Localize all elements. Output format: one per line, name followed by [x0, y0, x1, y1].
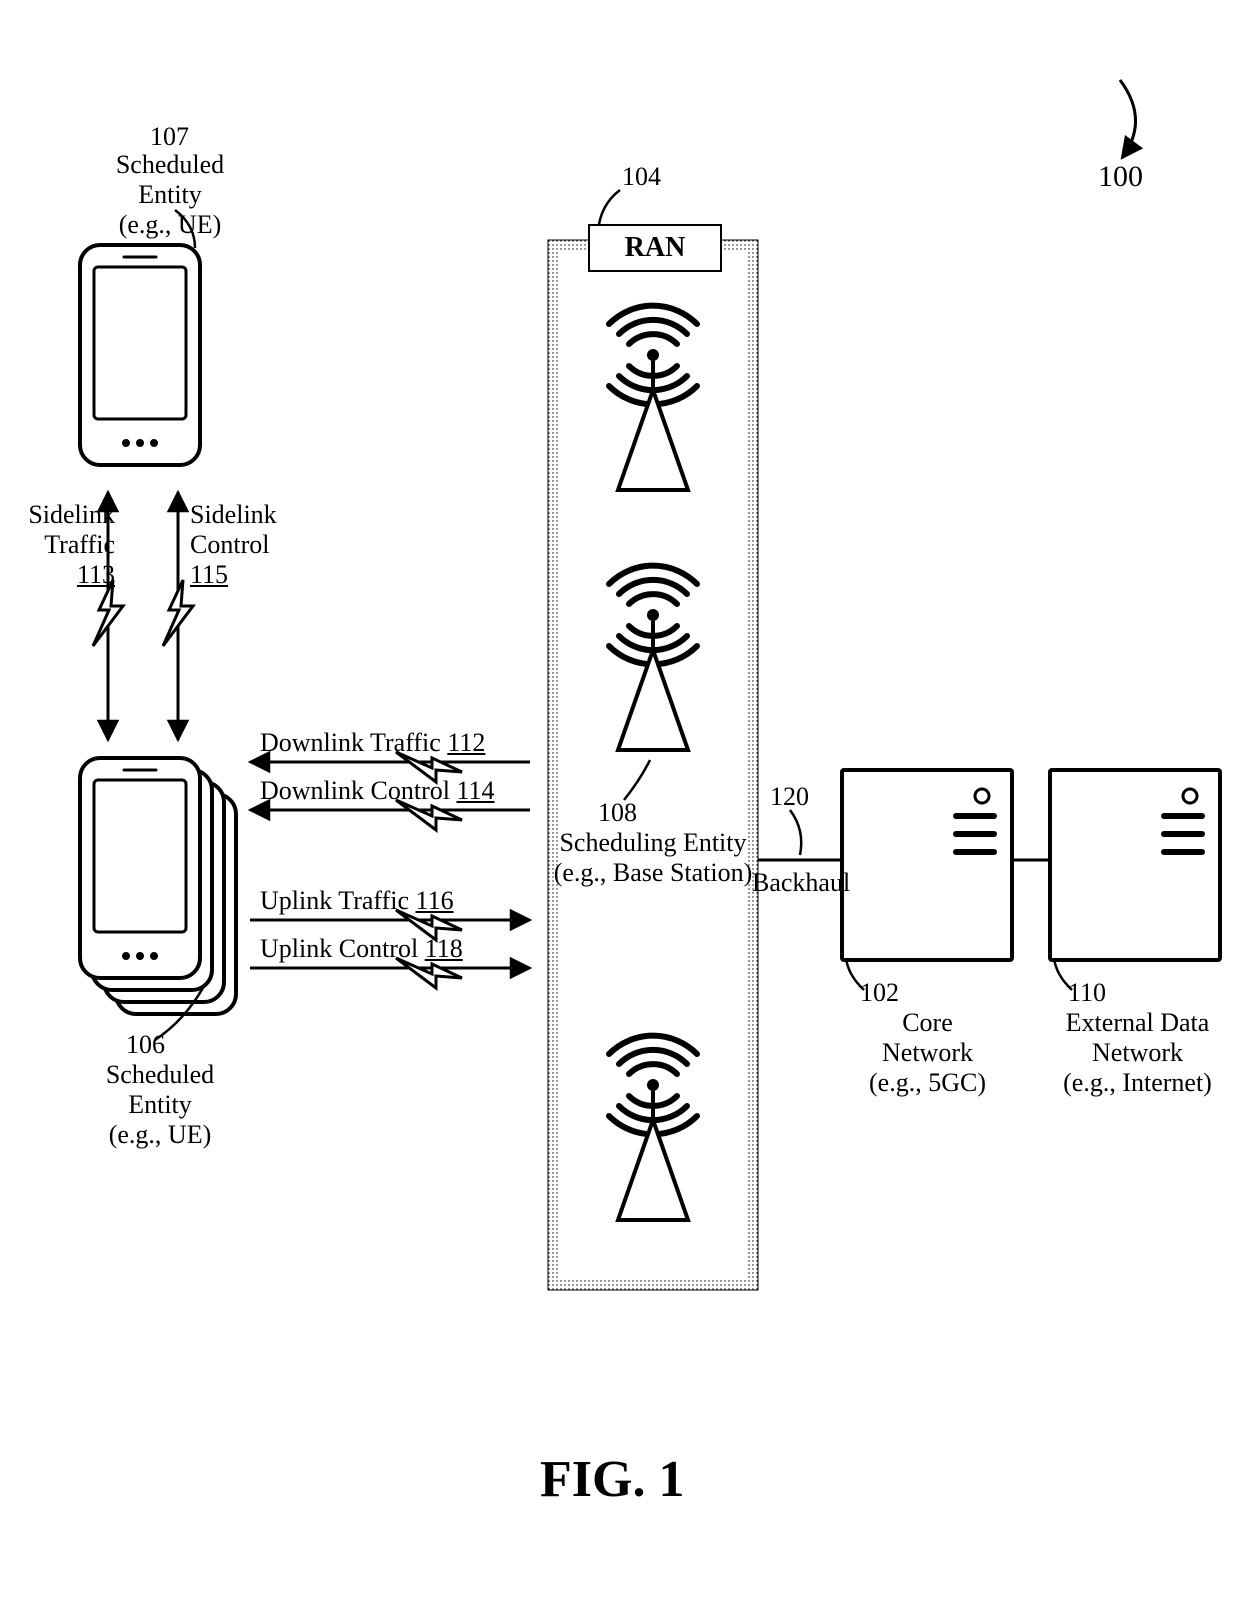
ul-control-label: Uplink Control 118: [260, 934, 463, 964]
ref-106: 106: [126, 1030, 165, 1060]
ref-107: 107: [150, 122, 189, 152]
ue107-line2: Entity: [138, 180, 202, 209]
ref-120: 120: [770, 782, 809, 812]
ue107-label: Scheduled Entity (e.g., UE): [85, 150, 255, 240]
ue-107-icon: [80, 245, 200, 465]
diagram-canvas: 100 107 Scheduled Entity (e.g., UE) Side…: [0, 0, 1240, 1622]
external-network-icon: [1050, 770, 1220, 960]
ref-104: 104: [622, 162, 661, 192]
extnet-label: External Data Network (e.g., Internet): [1045, 1008, 1230, 1098]
ref-102: 102: [860, 978, 899, 1008]
sidelink-control-arrows: [163, 492, 193, 740]
dl-control-label: Downlink Control 114: [260, 776, 495, 806]
backhaul-label: Backhaul: [752, 868, 850, 898]
ran-title: RAN: [588, 224, 722, 272]
ref-108: 108: [598, 798, 637, 828]
ue107-line3: (e.g., UE): [119, 210, 222, 239]
figure-title: FIG. 1: [540, 1450, 684, 1509]
ue107-line1: Scheduled: [116, 150, 224, 179]
core-network-icon: [842, 770, 1012, 960]
dl-traffic-label: Downlink Traffic 112: [260, 728, 485, 758]
sidelink-control-label: Sidelink Control 115: [190, 500, 290, 590]
ue-106-icon: [80, 758, 236, 1014]
sidelink-traffic-label: Sidelink Traffic 113: [15, 500, 115, 590]
core-label: Core Network (e.g., 5GC): [845, 1008, 1010, 1098]
ran-sched-label: Scheduling Entity (e.g., Base Station): [548, 828, 758, 888]
ref-110: 110: [1068, 978, 1106, 1008]
ul-traffic-label: Uplink Traffic 116: [260, 886, 454, 916]
ue106-label: Scheduled Entity (e.g., UE): [75, 1060, 245, 1150]
ref-100: 100: [1098, 160, 1143, 195]
